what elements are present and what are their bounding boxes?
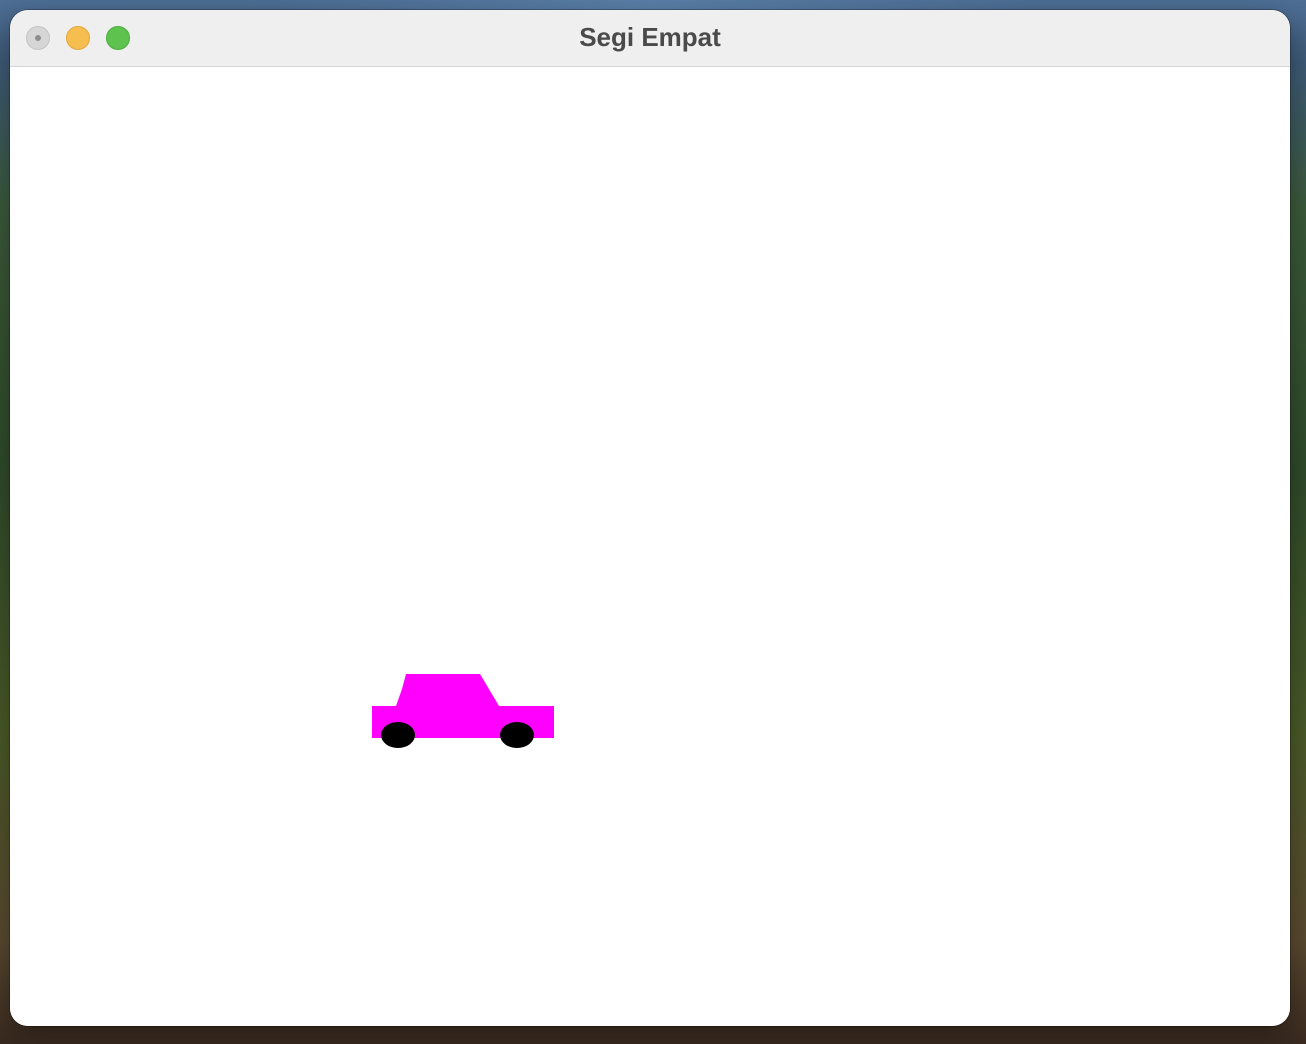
front-wheel xyxy=(381,722,415,748)
window-title: Segi Empat xyxy=(579,22,721,52)
rear-wheel xyxy=(500,722,534,748)
car-drawing xyxy=(372,674,554,748)
drawing-canvas[interactable] xyxy=(10,67,1290,1026)
app-window: Segi Empat xyxy=(10,10,1290,1026)
title-bar[interactable]: Segi Empat xyxy=(10,10,1290,67)
car-cabin xyxy=(396,674,499,706)
